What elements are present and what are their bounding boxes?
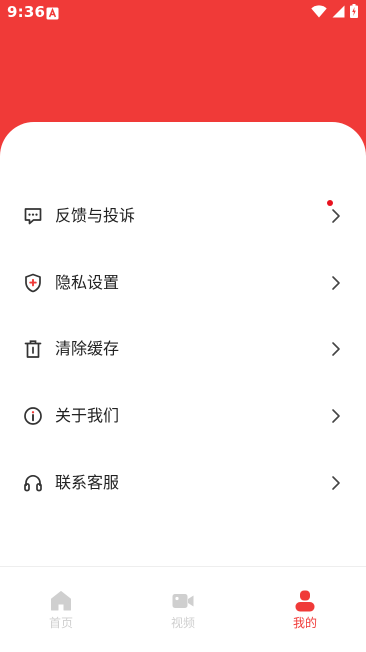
menu-item-label: 反馈与投诉 bbox=[55, 206, 136, 225]
menu-item-label: 清除缓存 bbox=[55, 339, 120, 358]
headset-icon bbox=[22, 472, 44, 494]
menu-item-label: 关于我们 bbox=[55, 406, 120, 425]
battery-charging-icon bbox=[350, 3, 358, 22]
bottom-tab-bar: 首页 视频 我的 bbox=[0, 566, 366, 652]
status-bar: 9:36 bbox=[0, 0, 366, 24]
tab-label: 首页 bbox=[48, 616, 73, 630]
feedback-message-icon bbox=[22, 205, 44, 227]
tab-video[interactable]: 视频 bbox=[122, 567, 244, 637]
app-screen: 9:36 反馈与投诉 隐私设置 清除缓存 关于我们 联系客服 首页 视频 我的 bbox=[0, 0, 366, 652]
menu-item-label: 隐私设置 bbox=[55, 273, 120, 292]
info-icon bbox=[22, 405, 44, 427]
tab-label: 我的 bbox=[292, 616, 317, 630]
trash-icon bbox=[22, 338, 44, 360]
tab-profile[interactable]: 我的 bbox=[244, 567, 366, 637]
notification-dot bbox=[327, 200, 333, 206]
a-notification-icon bbox=[46, 5, 59, 20]
wifi-icon bbox=[311, 3, 327, 22]
menu-item[interactable]: 清除缓存 bbox=[0, 327, 366, 371]
chevron-right-icon bbox=[328, 474, 344, 492]
menu-item-label: 联系客服 bbox=[55, 473, 120, 492]
menu-item[interactable]: 关于我们 bbox=[0, 394, 366, 438]
chevron-right-icon bbox=[328, 340, 344, 358]
profile-icon bbox=[293, 589, 317, 613]
chevron-right-icon bbox=[328, 207, 344, 225]
video-icon bbox=[171, 589, 195, 613]
chevron-right-icon bbox=[328, 274, 344, 292]
privacy-shield-icon bbox=[22, 272, 44, 294]
menu-item[interactable]: 反馈与投诉 bbox=[0, 194, 366, 238]
signal-icon bbox=[332, 3, 345, 22]
chevron-right-icon bbox=[328, 407, 344, 425]
home-icon bbox=[49, 589, 73, 613]
status-time: 9:36 bbox=[7, 3, 46, 21]
status-icons bbox=[311, 3, 358, 22]
tab-label: 视频 bbox=[170, 616, 195, 630]
menu-item[interactable]: 联系客服 bbox=[0, 461, 366, 505]
tab-home[interactable]: 首页 bbox=[0, 567, 122, 637]
settings-card: 反馈与投诉隐私设置清除缓存关于我们联系客服 bbox=[0, 122, 366, 566]
menu-item[interactable]: 隐私设置 bbox=[0, 261, 366, 305]
